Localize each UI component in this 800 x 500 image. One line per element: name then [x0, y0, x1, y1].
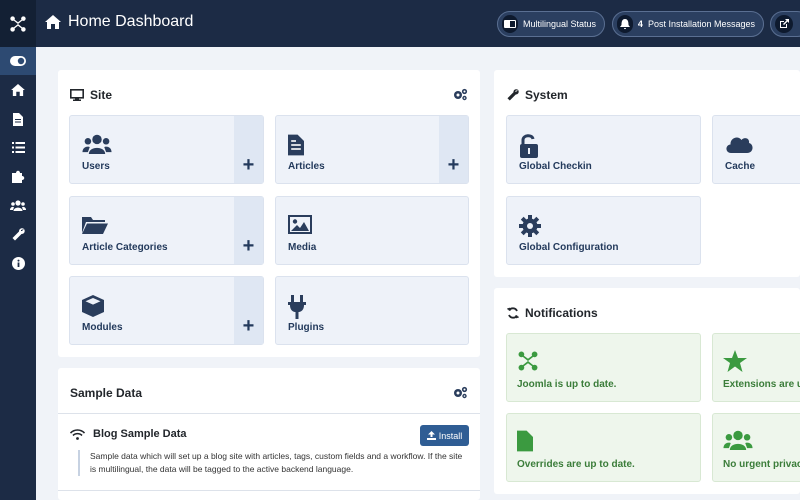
system-card-title: System [507, 88, 568, 102]
info-icon [11, 256, 25, 270]
sample-data-title-text: Sample Data [70, 386, 143, 400]
description-border [78, 450, 80, 476]
blog-sample-data-description: Sample data which will set up a blog sit… [90, 451, 463, 474]
page-title: Home Dashboard [45, 13, 193, 31]
joomla-icon [518, 351, 538, 371]
image-icon [288, 215, 312, 234]
file-text-icon [288, 134, 304, 156]
sidebar-item-menus[interactable] [0, 133, 36, 161]
sidebar-item-content[interactable] [0, 105, 36, 133]
tile-overrides-up-to-date[interactable]: Overrides are up to date. [506, 413, 701, 482]
system-title-text: System [525, 88, 568, 102]
top-header: Home Dashboard Multilingual Status 4 Pos… [0, 0, 800, 47]
file-icon [517, 430, 533, 452]
message-count: 4 [637, 19, 643, 29]
folder-open-icon [82, 217, 108, 234]
sidebar-item-help[interactable] [0, 249, 36, 277]
tile-articles-label: Articles [288, 161, 325, 172]
site-options-gear-icon[interactable] [453, 88, 468, 101]
users-icon [723, 430, 753, 450]
plug-icon [288, 295, 306, 319]
tile-modules-label: Modules [82, 322, 123, 333]
tile-articles[interactable]: Articles + [275, 115, 469, 184]
home-icon [11, 84, 25, 96]
page-title-text: Home Dashboard [68, 13, 194, 30]
multilingual-status-button[interactable]: Multilingual Status [497, 11, 605, 37]
joomla-logo[interactable] [0, 0, 36, 47]
bell-icon [617, 15, 633, 33]
home-icon [45, 15, 61, 29]
sidebar-toggle[interactable] [0, 47, 36, 75]
add-article-button[interactable]: + [439, 116, 468, 183]
wrench-icon [12, 227, 25, 240]
install-button[interactable]: Install [420, 425, 469, 446]
tile-global-checkin[interactable]: Global Checkin [506, 115, 701, 184]
tile-cache[interactable]: Cache [712, 115, 800, 184]
sidebar-item-home[interactable] [0, 76, 36, 104]
privacy-status-label: No urgent privac [723, 459, 800, 470]
site-title-text: Site [90, 88, 113, 102]
tile-global-configuration-label: Global Configuration [519, 242, 619, 253]
users-icon [10, 199, 26, 211]
external-link-icon [775, 15, 793, 33]
overrides-status-label: Overrides are up to date. [517, 459, 635, 470]
tile-users-label: Users [82, 161, 110, 172]
file-icon [13, 112, 23, 126]
tile-privacy-requests[interactable]: No urgent privac [712, 413, 800, 482]
install-button-label: Install [438, 430, 463, 441]
cube-icon [82, 295, 104, 317]
tile-plugins[interactable]: Plugins [275, 276, 469, 345]
notifications-title-text: Notifications [525, 306, 598, 320]
tile-article-categories-label: Article Categories [82, 242, 168, 253]
tile-media[interactable]: Media [275, 196, 469, 265]
sample-data-title: Sample Data [70, 386, 142, 400]
extensions-status-label: Extensions are u [723, 379, 800, 390]
tile-global-checkin-label: Global Checkin [519, 161, 592, 172]
post-installation-label: Post Installation Messages [647, 19, 755, 29]
add-category-button[interactable]: + [234, 197, 263, 264]
tile-cache-label: Cache [725, 161, 756, 172]
language-icon [502, 15, 518, 33]
gear-icon [519, 215, 541, 237]
unlock-icon [520, 134, 538, 158]
multilingual-status-label: Multilingual Status [522, 19, 596, 29]
tile-extensions-up-to-date[interactable]: Extensions are u [712, 333, 800, 402]
preview-site-button[interactable] [770, 11, 800, 37]
wrench-icon [507, 89, 519, 101]
cloud-icon [726, 137, 753, 153]
site-card-title: Site [70, 88, 112, 102]
sidebar-item-system[interactable] [0, 220, 36, 248]
puzzle-icon [11, 170, 24, 183]
users-icon [82, 134, 112, 154]
tile-plugins-label: Plugins [288, 322, 325, 333]
sync-icon [507, 307, 519, 319]
star-icon [723, 350, 747, 372]
add-module-button[interactable]: + [234, 277, 263, 344]
sample-data-bottom-divider [58, 490, 480, 491]
joomla-status-label: Joomla is up to date. [517, 379, 617, 390]
blog-sample-data-title: Blog Sample Data [70, 428, 187, 440]
upload-icon [426, 431, 436, 440]
tile-modules[interactable]: Modules + [69, 276, 264, 345]
blog-sample-data-label: Blog Sample Data [93, 428, 187, 440]
tile-joomla-up-to-date[interactable]: Joomla is up to date. [506, 333, 701, 402]
notifications-card-title: Notifications [507, 306, 598, 320]
wifi-icon [70, 428, 85, 440]
monitor-icon [70, 89, 84, 101]
sidebar-item-users[interactable] [0, 191, 36, 219]
toggle-icon [10, 56, 26, 66]
sidebar-item-components[interactable] [0, 162, 36, 190]
tile-media-label: Media [288, 242, 317, 253]
add-user-button[interactable]: + [234, 116, 263, 183]
sidebar [0, 47, 36, 500]
tile-users[interactable]: Users + [69, 115, 264, 184]
post-installation-messages-button[interactable]: 4 Post Installation Messages [612, 11, 764, 37]
sample-data-divider [58, 413, 480, 414]
tile-global-configuration[interactable]: Global Configuration [506, 196, 701, 265]
list-icon [11, 141, 25, 153]
sample-data-options-gear-icon[interactable] [453, 386, 468, 399]
tile-article-categories[interactable]: Article Categories + [69, 196, 264, 265]
